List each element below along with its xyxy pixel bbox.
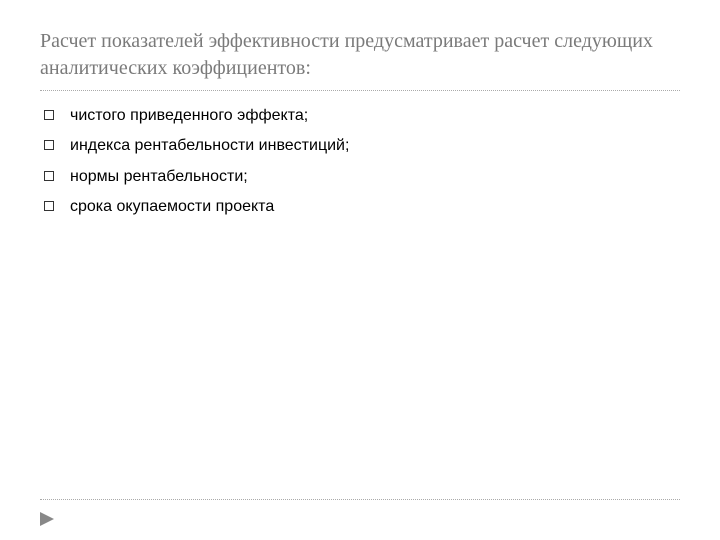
list-item: нормы рентабельности; [44,166,680,188]
bullet-icon [44,201,54,211]
list-item-text: чистого приведенного эффекта; [70,105,308,127]
bullet-list: чистого приведенного эффекта; индекса ре… [40,105,680,219]
divider-top [40,90,680,91]
list-item-text: срока окупаемости проекта [70,196,274,218]
list-item-text: индекса рентабельности инвестиций; [70,135,349,157]
list-item-text: нормы рентабельности; [70,166,248,188]
bullet-icon [44,171,54,181]
slide-title: Расчет показателей эффективности предусм… [40,28,680,82]
arrow-right-icon [40,512,54,526]
slide-container: Расчет показателей эффективности предусм… [0,0,720,540]
divider-bottom [40,499,680,500]
list-item: чистого приведенного эффекта; [44,105,680,127]
bullet-icon [44,110,54,120]
list-item: срока окупаемости проекта [44,196,680,218]
list-item: индекса рентабельности инвестиций; [44,135,680,157]
bullet-icon [44,140,54,150]
